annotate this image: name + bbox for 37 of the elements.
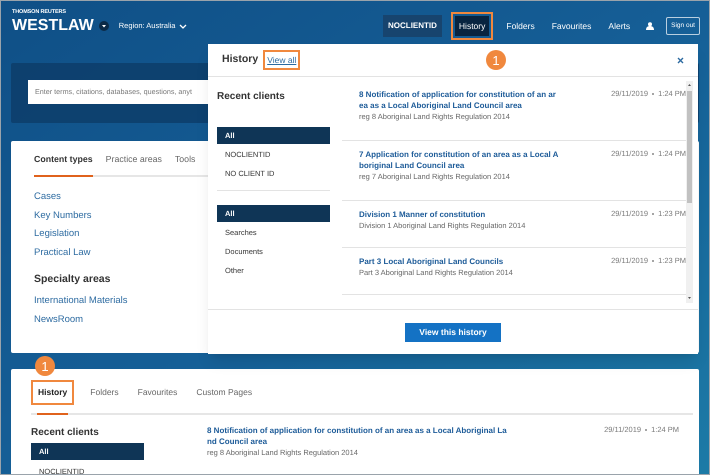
tab[interactable]: Tools: [174, 153, 196, 178]
tab[interactable]: Practice areas: [106, 153, 162, 178]
view-history-button[interactable]: View this history: [405, 322, 501, 342]
section-heading: Specialty areas: [34, 274, 110, 285]
history-item-title[interactable]: 8 Notification of application for constitution of an ar ea as a Local Aboriginal Land Council area: [359, 89, 556, 111]
content-link[interactable]: International Materials: [34, 296, 128, 306]
view-all-link[interactable]: View all: [267, 54, 296, 66]
tab[interactable]: History: [35, 384, 70, 401]
section-heading: Recent clients: [217, 90, 285, 104]
nav-link[interactable]: History: [454, 16, 490, 36]
nav-link[interactable]: Folders: [502, 16, 539, 36]
tab[interactable]: Favourites: [134, 384, 180, 401]
history-item-title[interactable]: Part 3 Local Aboriginal Land Councils: [359, 256, 513, 267]
history-item-title[interactable]: 8 Notification of application for constitution of an area as a Local Aboriginal La nd Council area: [207, 424, 507, 447]
content-link[interactable]: Practical Law: [34, 248, 90, 258]
user-icon: [646, 22, 654, 30]
history-item-title[interactable]: Division 1 Manner of constitution: [359, 209, 526, 220]
content-link[interactable]: Key Numbers: [34, 210, 92, 220]
history-item-title[interactable]: 7 Application for constitution of an area as a Local A boriginal Land Council area: [359, 149, 558, 171]
nav-link[interactable]: Favourites: [548, 16, 596, 36]
dropdown-icon: [98, 21, 109, 31]
callout-badge: 1: [35, 356, 55, 376]
section-heading: Recent clients: [31, 426, 99, 440]
callout-badge: 1: [486, 50, 506, 70]
tab-underline: [37, 412, 68, 415]
close-icon: [677, 56, 684, 64]
content-link[interactable]: NewsRoom: [34, 315, 84, 325]
client-id-button[interactable]: NOCLIENTID: [383, 15, 442, 37]
tab[interactable]: Custom Pages: [193, 384, 256, 401]
popup-title: History: [222, 52, 258, 68]
chevron-down-icon: [179, 24, 188, 28]
content-link[interactable]: Cases: [34, 192, 61, 202]
content-link[interactable]: Legislation: [34, 229, 80, 239]
brand-logo: WESTLAW: [12, 18, 94, 34]
tab[interactable]: Folders: [87, 384, 122, 401]
tab[interactable]: Content types: [34, 153, 93, 178]
nav-link[interactable]: Alerts: [604, 16, 634, 36]
